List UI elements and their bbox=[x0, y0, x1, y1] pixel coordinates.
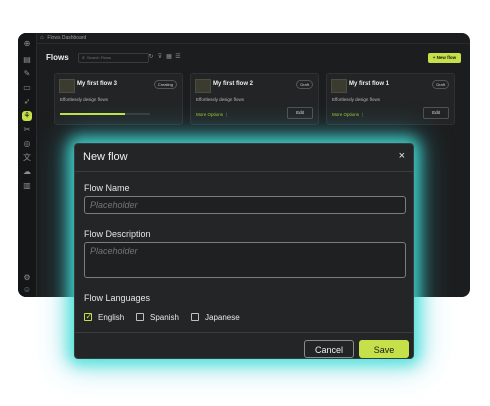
checkbox[interactable] bbox=[136, 313, 144, 321]
user-icon[interactable]: ☺ bbox=[22, 285, 32, 295]
list-view-icon[interactable]: ☰ bbox=[175, 54, 181, 60]
flow-card-description: Effortlessly design flows bbox=[332, 97, 380, 102]
cloud-icon[interactable]: ☁ bbox=[22, 167, 32, 177]
cancel-button[interactable]: Cancel bbox=[304, 340, 354, 358]
flow-thumbnail bbox=[195, 79, 211, 93]
layers-icon[interactable]: ▤ bbox=[22, 55, 32, 65]
flow-description-label: Flow Description bbox=[84, 229, 151, 239]
refresh-icon[interactable]: ↻ bbox=[148, 54, 154, 60]
sidebar-rail: ⊕ ▤ ✎ ▭ ➶ ⚘ ✂ ◎ 文 ☁ ▥ ⚙ ☺ bbox=[18, 33, 37, 297]
flows-icon[interactable]: ⚘ bbox=[22, 111, 32, 121]
dialog-title: New flow bbox=[83, 151, 128, 163]
flow-name-label: Flow Name bbox=[84, 183, 130, 193]
breadcrumb: ⌂ Flows Dashboard bbox=[36, 33, 470, 44]
flow-description-input[interactable] bbox=[84, 242, 406, 278]
home-icon[interactable]: ⊕ bbox=[22, 39, 32, 49]
monitor-icon[interactable]: ▭ bbox=[22, 83, 32, 93]
flow-card-description: Effortlessly design flows bbox=[196, 97, 244, 102]
settings-icon[interactable]: ⚙ bbox=[22, 273, 32, 283]
dialog-header: New flow × bbox=[75, 144, 413, 172]
dialog-footer-divider bbox=[75, 332, 413, 333]
search-icon: ⌕ bbox=[82, 55, 85, 61]
save-button[interactable]: Save bbox=[359, 340, 409, 358]
tool-icon[interactable]: ✂ bbox=[22, 125, 32, 135]
flow-card[interactable]: My first flow 3 Creating Effortlessly de… bbox=[54, 73, 183, 125]
edit-button[interactable]: Edit bbox=[287, 107, 313, 119]
kebab-icon: ⋮ bbox=[224, 112, 229, 117]
check-icon: ✓ bbox=[85, 312, 93, 321]
progress-fill bbox=[60, 113, 125, 115]
flow-languages-label: Flow Languages bbox=[84, 293, 151, 303]
checkbox[interactable]: ✓ bbox=[84, 312, 93, 321]
home-small-icon[interactable]: ⌂ bbox=[40, 33, 46, 43]
filter-icon[interactable]: ⊽ bbox=[157, 54, 163, 60]
kebab-icon: ⋮ bbox=[360, 112, 365, 117]
more-options-label: More Options bbox=[332, 112, 360, 117]
language-label: Japanese bbox=[205, 313, 240, 322]
flow-card[interactable]: My first flow 1 Draft Effortlessly desig… bbox=[326, 73, 455, 125]
language-label: Spanish bbox=[150, 313, 179, 322]
flow-thumbnail bbox=[331, 79, 347, 93]
flow-card-title: My first flow 3 bbox=[77, 81, 118, 87]
page-title: Flows bbox=[46, 53, 69, 62]
close-icon[interactable]: × bbox=[399, 150, 405, 162]
flow-card-title: My first flow 2 bbox=[213, 81, 254, 87]
flow-card[interactable]: My first flow 2 Draft Effortlessly desig… bbox=[190, 73, 319, 125]
edit-icon[interactable]: ✎ bbox=[22, 69, 32, 79]
flow-card-description: Effortlessly design flows bbox=[60, 97, 108, 102]
new-flow-button[interactable]: + New flow bbox=[428, 53, 461, 63]
search-placeholder: Search Flows bbox=[86, 55, 112, 60]
more-options-label: More Options bbox=[196, 112, 224, 117]
more-options-link[interactable]: More Options ⋮ bbox=[332, 112, 365, 118]
breadcrumb-title[interactable]: Flows Dashboard bbox=[47, 35, 86, 41]
checkbox[interactable] bbox=[191, 313, 199, 321]
status-badge: Draft bbox=[296, 80, 313, 89]
language-label: English bbox=[98, 313, 125, 322]
grid-view-icon[interactable]: ▦ bbox=[166, 54, 172, 60]
database-icon[interactable]: ▥ bbox=[22, 181, 32, 191]
globe-icon[interactable]: ◎ bbox=[22, 139, 32, 149]
edit-button[interactable]: Edit bbox=[423, 107, 449, 119]
language-options: ✓ English Spanish Japanese bbox=[84, 312, 384, 324]
flow-card-title: My first flow 1 bbox=[349, 81, 390, 87]
flow-thumbnail bbox=[59, 79, 75, 93]
progress-bar bbox=[60, 113, 150, 115]
status-badge: Draft bbox=[432, 80, 449, 89]
flow-name-input[interactable] bbox=[84, 196, 406, 214]
rocket-icon[interactable]: ➶ bbox=[22, 97, 32, 107]
status-badge: Creating bbox=[153, 80, 177, 89]
new-flow-dialog: New flow × Flow Name Flow Description Fl… bbox=[74, 143, 414, 359]
translate-icon[interactable]: 文 bbox=[22, 153, 32, 163]
more-options-link[interactable]: More Options ⋮ bbox=[196, 112, 229, 118]
search-input[interactable]: ⌕ Search Flows bbox=[78, 53, 149, 63]
